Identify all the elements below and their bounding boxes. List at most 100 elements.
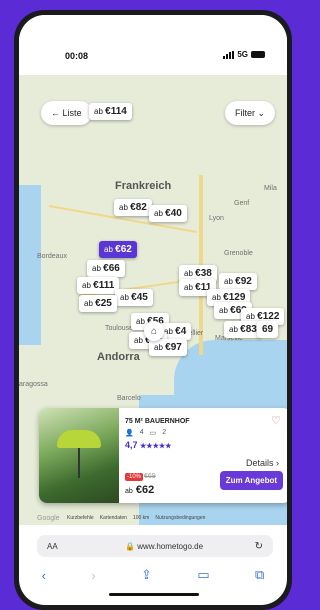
price-prefix: ab <box>82 281 91 290</box>
share-icon[interactable]: ⇪ <box>141 567 152 583</box>
url-value: www.hometogo.de <box>137 541 204 551</box>
filter-button[interactable]: Filter ⌄ <box>224 101 275 125</box>
price-pin[interactable]: ab €111 <box>77 277 120 294</box>
url-bar[interactable]: AA 🔒 www.hometogo.de ↻ <box>37 535 273 557</box>
listing-card[interactable]: 75 M² BAUERNHOF ♡ 👤 4 ▭ 2 4,7 ★★★★★ Detail… <box>39 408 287 503</box>
guests-count: 4 <box>139 429 144 436</box>
location-marker-icon[interactable]: ⌂ <box>144 321 164 341</box>
guests-icon: 👤 <box>125 430 134 437</box>
price-value: €40 <box>165 208 182 219</box>
filter-label: Filter <box>234 108 255 118</box>
region-andorra: Andorra <box>97 351 140 363</box>
price-prefix: ab <box>246 312 255 321</box>
phone-frame: 00:08 5G Frankreich Andorra Lyon Genf Gr… <box>14 10 292 610</box>
price-prefix: ab <box>154 343 163 352</box>
url-text: 🔒 www.hometogo.de <box>125 542 203 551</box>
price-pin[interactable]: ab €92 <box>219 273 257 290</box>
price-value: €83 <box>240 324 257 335</box>
status-time: 00:08 <box>65 51 89 61</box>
price-value: €114 <box>105 106 127 117</box>
price-value: €25 <box>95 298 112 309</box>
home-indicator <box>109 593 199 596</box>
price-prefix: ab <box>184 269 193 278</box>
listing-photo[interactable] <box>39 408 119 503</box>
city-grenoble: Grenoble <box>224 250 253 257</box>
price-pin[interactable]: ab €25 <box>79 295 117 312</box>
chevron-right-icon: › <box>276 458 279 468</box>
price-value: €4 <box>175 326 187 337</box>
offer-button[interactable]: Zum Angebot <box>219 471 283 490</box>
star-icons: ★★★★★ <box>140 443 172 450</box>
region-france: Frankreich <box>115 180 172 192</box>
price-prefix: ab <box>224 277 233 286</box>
shortcuts-link[interactable]: Kurzbefehle <box>67 515 94 521</box>
arrow-left-icon: ← <box>51 108 63 118</box>
terms-link[interactable]: Nutzungsbedingungen <box>155 515 205 521</box>
network-label: 5G <box>237 50 248 59</box>
discount-badge: -10% <box>125 473 144 481</box>
price-prefix: ab <box>119 203 128 212</box>
price-pin[interactable]: ab €114 <box>89 103 132 120</box>
details-label: Details <box>245 458 274 468</box>
screen: 00:08 5G Frankreich Andorra Lyon Genf Gr… <box>19 15 287 605</box>
price-prefix: ab <box>94 107 103 116</box>
price: ab €62 <box>125 484 154 496</box>
price-prefix: ab <box>84 299 93 308</box>
rooms-count: 2 <box>162 429 167 436</box>
browser-toolbar: ‹ › ⇪ ▭ ⧉ <box>19 561 287 589</box>
price-prefix: ab <box>125 488 133 495</box>
price-value: €82 <box>130 202 147 213</box>
price-value: €97 <box>165 342 182 353</box>
city-lyon: Lyon <box>209 215 224 222</box>
price-prefix: ab <box>154 209 163 218</box>
text-size-button[interactable]: AA <box>47 542 58 551</box>
price-pin[interactable]: ab €40 <box>149 205 187 222</box>
price-pin[interactable]: ab €97 <box>149 339 187 356</box>
listing-meta: 👤 4 ▭ 2 <box>125 429 166 437</box>
price-prefix: ab <box>219 306 228 315</box>
price-value: 69 <box>262 324 274 335</box>
city-saragossa: aragossa <box>19 381 48 388</box>
rooms-icon: ▭ <box>149 430 157 437</box>
google-logo: Google <box>37 515 60 522</box>
city-bordeaux: Bordeaux <box>37 253 67 260</box>
price-value: €62 <box>115 244 132 255</box>
listing-title: 75 M² BAUERNHOF <box>125 418 190 425</box>
price-prefix: ab <box>120 293 129 302</box>
price-pin[interactable]: ab €66 <box>87 260 125 277</box>
price-prefix: ab <box>134 336 143 345</box>
price-pin[interactable]: ab €45 <box>115 289 153 306</box>
price-pin[interactable]: 69 <box>257 321 279 338</box>
heart-icon[interactable]: ♡ <box>271 414 281 427</box>
reload-icon[interactable]: ↻ <box>255 541 263 552</box>
lock-icon: 🔒 <box>125 541 135 551</box>
bookmarks-icon[interactable]: ▭ <box>197 567 209 583</box>
city-barcelona: Barcelo <box>117 395 141 402</box>
umbrella-shape <box>57 430 101 448</box>
details-link[interactable]: Details › <box>246 458 279 468</box>
scale-label: 100 km <box>132 515 150 521</box>
forward-icon[interactable]: › <box>91 568 95 583</box>
list-button[interactable]: ← Liste <box>41 101 92 125</box>
map-attribution: Kurzbefehle Kartendaten 100 km Nutzungsb… <box>67 515 205 521</box>
back-icon[interactable]: ‹ <box>42 568 46 583</box>
price-value: €62 <box>135 484 155 496</box>
price-value: €45 <box>131 292 148 303</box>
battery-icon <box>251 51 265 58</box>
price-value: €111 <box>93 280 115 291</box>
city-milano: Mila <box>264 185 277 192</box>
rating-value: 4,7 <box>125 440 138 450</box>
rating: 4,7 ★★★★★ <box>125 440 171 450</box>
price-value: €92 <box>235 276 252 287</box>
price-prefix: ab <box>184 283 193 292</box>
price-prefix: ab <box>92 264 101 273</box>
price-pin-selected[interactable]: ab €62 <box>99 241 137 258</box>
status-right: 5G <box>223 50 265 59</box>
mapdata-link[interactable]: Kartendaten <box>100 515 127 521</box>
tabs-icon[interactable]: ⧉ <box>255 567 264 583</box>
price-pin[interactable]: ab €82 <box>114 199 152 216</box>
list-label: Liste <box>62 108 82 118</box>
status-bar: 00:08 5G <box>19 15 287 75</box>
sea-west <box>19 185 41 345</box>
price-prefix: ab <box>104 245 113 254</box>
